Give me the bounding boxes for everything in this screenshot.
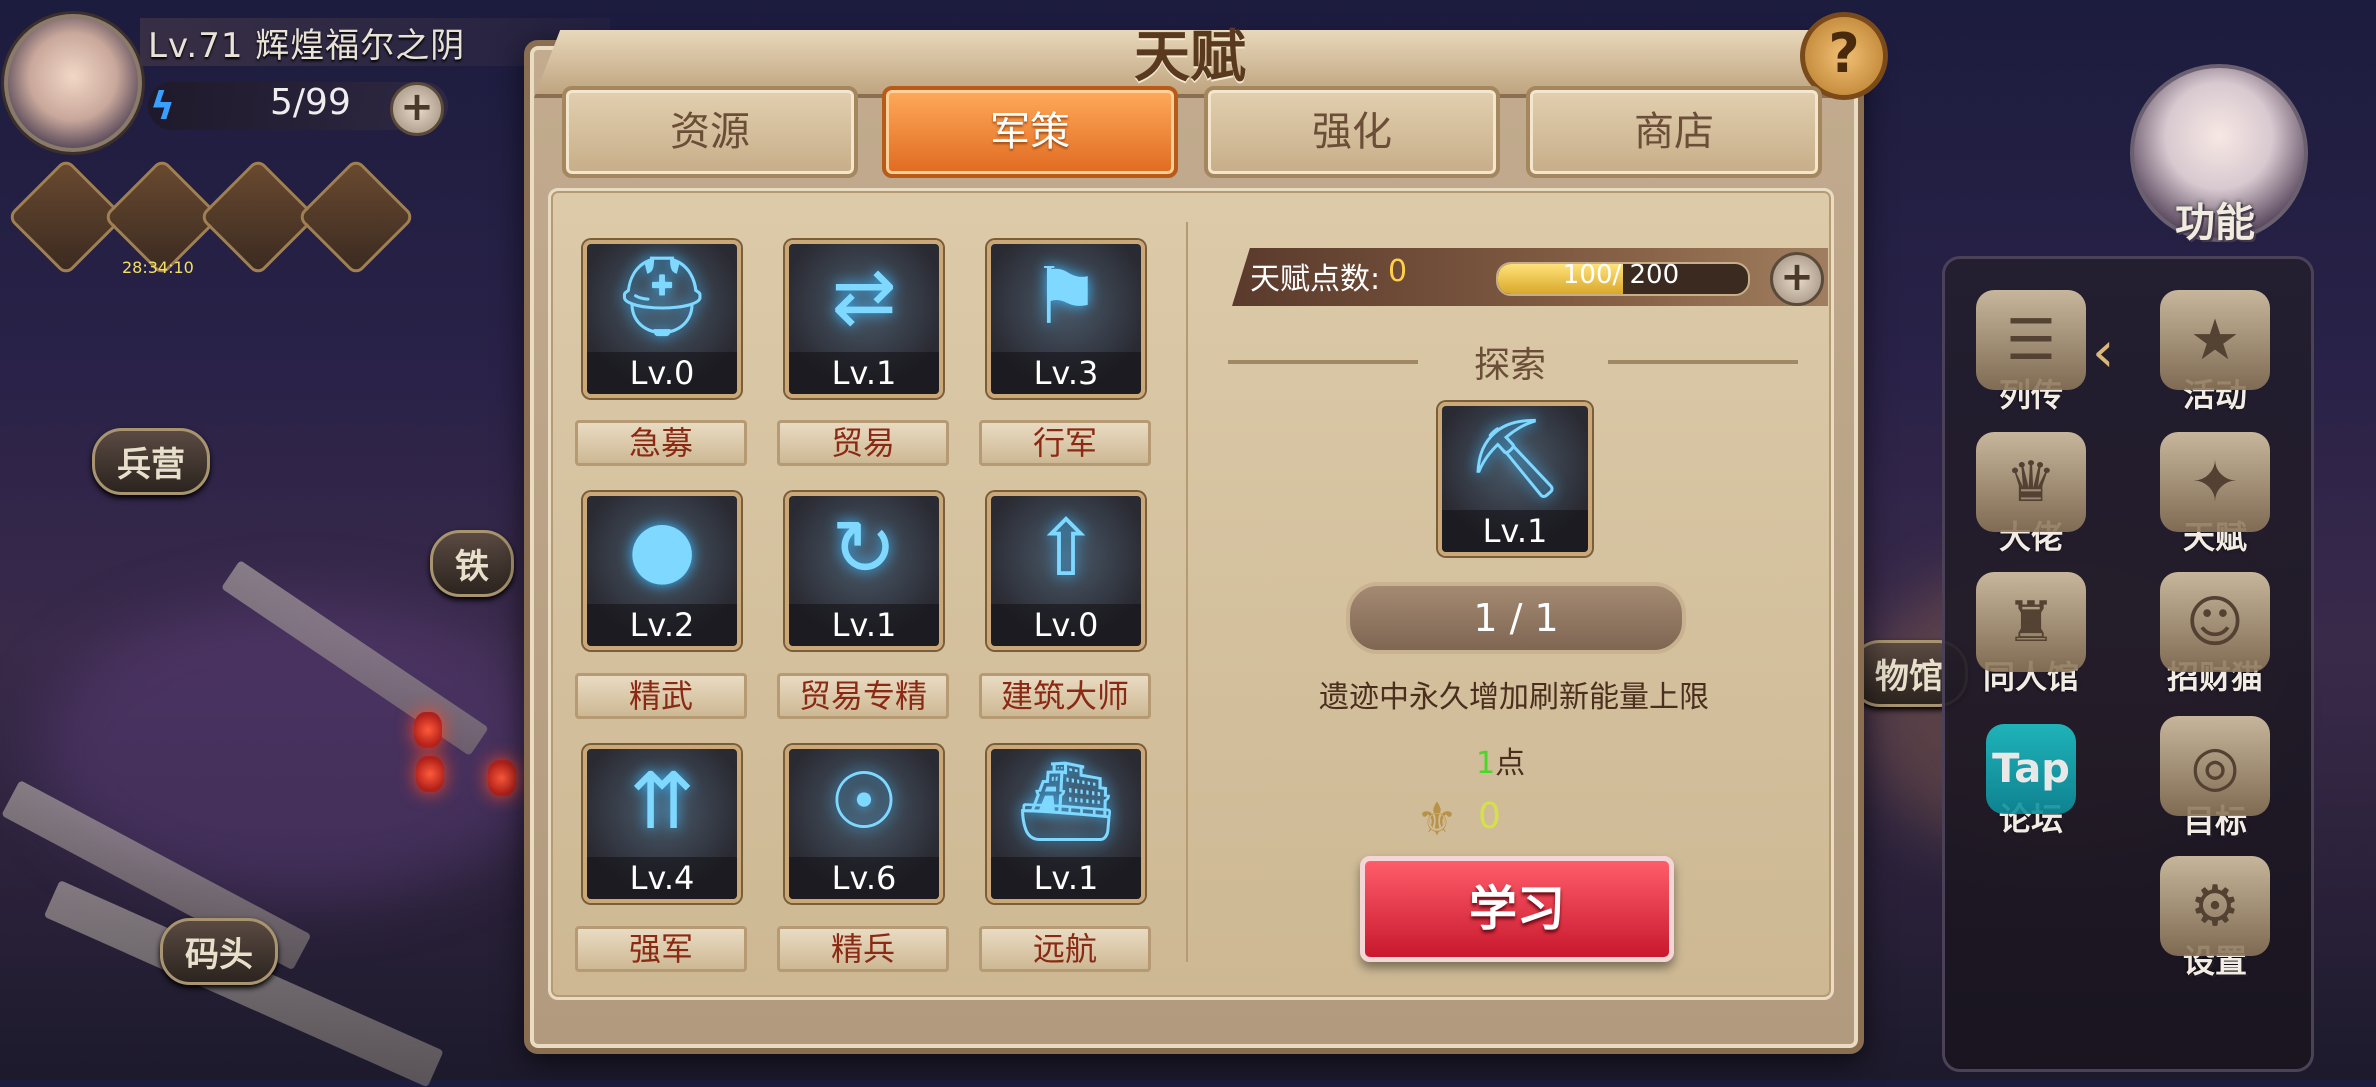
lantern-icon — [414, 712, 442, 748]
function-item-goals[interactable]: ◎ 目标 — [2140, 716, 2290, 842]
elite-soldier-icon: ☉ — [829, 757, 899, 847]
buff-timer: 28:34:10 — [122, 258, 194, 277]
skill-name: 贸易专精 — [777, 673, 949, 719]
power-up-icon: ⇈ — [629, 757, 695, 847]
add-talent-points-button[interactable]: + — [1770, 252, 1824, 306]
selected-skill[interactable]: ⛏ Lv.1 — [1438, 402, 1592, 556]
skill-cost: 1点 — [1476, 746, 1526, 781]
skill-description: 遗迹中永久增加刷新能量上限 — [1319, 680, 1709, 715]
function-item-boss[interactable]: ♛ 大佬 — [1956, 432, 2106, 558]
dialog-title: 天赋 — [1134, 25, 1246, 90]
skill-name: 建筑大师 — [979, 673, 1151, 719]
talent-icon: ✦ — [2160, 432, 2270, 532]
map-label-dock[interactable]: 码头 — [160, 918, 278, 985]
star-medal-icon: ★ — [2160, 290, 2270, 390]
castle-icon: ♜ — [1976, 572, 2086, 672]
skill-slot[interactable]: ↻ Lv.1 — [785, 492, 943, 650]
player-avatar[interactable] — [4, 14, 142, 152]
function-item-lucky-cat[interactable]: ☺ 招财猫 — [2140, 572, 2290, 698]
energy-value: 5/99 — [270, 82, 351, 123]
trade-master-icon: ↻ — [831, 504, 897, 594]
function-item-fan-hall[interactable]: ♜ 同人馆 — [1956, 572, 2106, 698]
tab-shop[interactable]: 商店 — [1526, 86, 1822, 178]
map-label-barracks[interactable]: 兵营 — [92, 428, 210, 495]
function-label[interactable]: 功能 — [2150, 190, 2280, 248]
function-item-talent[interactable]: ✦ 天赋 — [2140, 432, 2290, 558]
ornament-left — [1228, 360, 1418, 364]
function-item-settings[interactable]: ⚙ 设置 — [2140, 856, 2290, 982]
skill-slot[interactable]: ⇈ Lv.4 — [583, 745, 741, 903]
learn-button[interactable]: 学习 — [1360, 856, 1674, 962]
map-label-iron[interactable]: 铁 — [430, 530, 514, 597]
skill-slot[interactable]: ⛴ Lv.1 — [987, 745, 1145, 903]
skill-name: 贸易 — [777, 420, 949, 466]
tap-forum-icon: Tap — [1986, 724, 2076, 814]
skill-slot[interactable]: ⇧ Lv.0 — [987, 492, 1145, 650]
function-item-biography[interactable]: ☰ 列传 — [1956, 290, 2106, 416]
skill-name: 强军 — [575, 926, 747, 972]
skill-slot[interactable]: ● Lv.2 — [583, 492, 741, 650]
skill-slot[interactable]: ⚑ Lv.3 — [987, 240, 1145, 398]
lantern-icon — [488, 760, 516, 796]
player-level-name: Lv.71 辉煌福尔之阴 — [148, 26, 466, 66]
skill-name: 精兵 — [777, 926, 949, 972]
function-item-events[interactable]: ★ 活动 — [2140, 290, 2290, 416]
function-item-forum[interactable]: Tap 论坛 — [1956, 724, 2106, 840]
divider — [1186, 222, 1188, 962]
skill-slot[interactable]: ☉ Lv.6 — [785, 745, 943, 903]
ship-icon: ⛴ — [1016, 757, 1116, 847]
ornament-right — [1608, 360, 1798, 364]
skill-slot[interactable]: ⛑ Lv.0 — [583, 240, 741, 398]
talent-points-value: 0 — [1388, 254, 1408, 289]
lucky-cat-icon: ☺ — [2160, 572, 2270, 672]
skill-name: 急募 — [575, 420, 747, 466]
crown-boss-icon: ♛ — [1976, 432, 2086, 532]
gear-icon: ⚙ — [2160, 856, 2270, 956]
talent-points-label: 天赋点数: — [1250, 262, 1381, 297]
skill-name: 行军 — [979, 420, 1151, 466]
talent-progress-text: 100/ 200 — [1562, 260, 1680, 290]
rank-badge-value: 0 — [1478, 796, 1501, 837]
tab-enhance[interactable]: 强化 — [1204, 86, 1500, 178]
skill-count: 1 / 1 — [1346, 582, 1686, 654]
orbs-icon: ● — [627, 504, 697, 594]
lantern-icon — [416, 756, 444, 792]
skill-name: 远航 — [979, 926, 1151, 972]
energy-icon: ϟ — [150, 84, 176, 128]
rank-badge-icon: ⚜ — [1416, 792, 1458, 846]
target-icon: ◎ — [2160, 716, 2270, 816]
stamina-icon: ⛑ — [612, 252, 712, 342]
scroll-book-icon: ☰ — [1976, 290, 2086, 390]
flag-icon: ⚑ — [1031, 252, 1101, 342]
crab-icon[interactable] — [296, 157, 416, 277]
tab-resources[interactable]: 资源 — [562, 86, 858, 178]
skill-slot[interactable]: ⇄ Lv.1 — [785, 240, 943, 398]
tab-strategy[interactable]: 军策 — [882, 86, 1178, 178]
explore-icon: ⛏ — [1465, 414, 1565, 504]
section-title: 探索 — [1474, 345, 1547, 386]
trade-icon: ⇄ — [831, 252, 897, 342]
building-icon: ⇧ — [1033, 504, 1099, 594]
skill-name: 精武 — [575, 673, 747, 719]
add-energy-button[interactable]: + — [390, 82, 444, 136]
